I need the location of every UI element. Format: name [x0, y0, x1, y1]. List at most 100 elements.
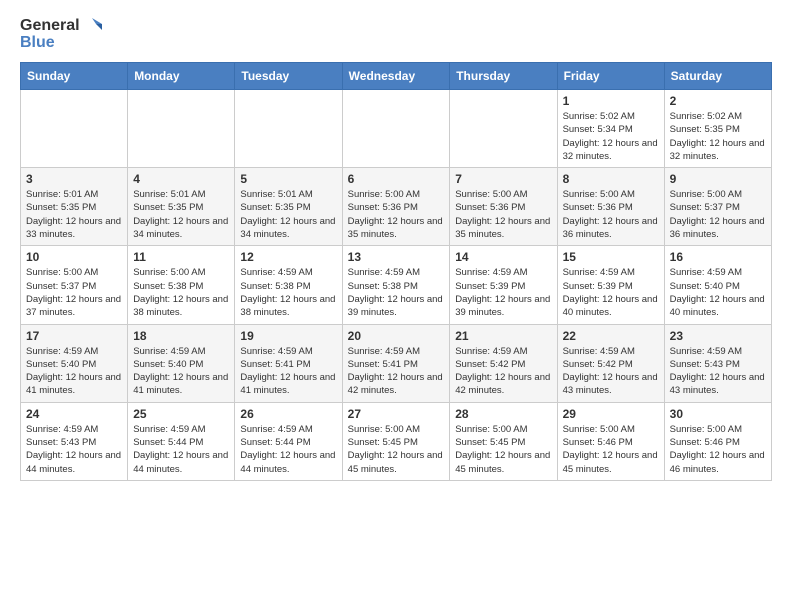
day-number: 25 [133, 407, 229, 421]
calendar-cell: 20 Sunrise: 4:59 AMSunset: 5:41 PMDayligh… [342, 324, 450, 402]
day-info: Sunrise: 4:59 AMSunset: 5:42 PMDaylight:… [455, 345, 551, 398]
day-number: 28 [455, 407, 551, 421]
calendar-cell: 6Sunrise: 5:00 AMSunset: 5:36 PMDaylight… [342, 168, 450, 246]
day-number: 29 [563, 407, 659, 421]
day-number: 12 [240, 250, 336, 264]
header: General Blue [20, 16, 772, 52]
calendar-cell: 8Sunrise: 5:00 AMSunset: 5:36 PMDaylight… [557, 168, 664, 246]
day-info: Sunrise: 5:02 AMSunset: 5:35 PMDaylight:… [670, 110, 766, 163]
day-number: 1 [563, 94, 659, 108]
calendar-cell: 27 Sunrise: 5:00 AMSunset: 5:45 PMDayligh… [342, 402, 450, 480]
calendar-cell: 15Sunrise: 4:59 AMSunset: 5:39 PMDayligh… [557, 246, 664, 324]
calendar-cell: 30 Sunrise: 5:00 AMSunset: 5:46 PMDayligh… [664, 402, 771, 480]
day-number: 14 [455, 250, 551, 264]
calendar-cell [21, 90, 128, 168]
col-header-friday: Friday [557, 63, 664, 90]
day-info: Sunrise: 5:00 AMSunset: 5:37 PMDaylight:… [670, 188, 766, 241]
col-header-saturday: Saturday [664, 63, 771, 90]
day-number: 10 [26, 250, 122, 264]
day-info: Sunrise: 5:01 AMSunset: 5:35 PMDaylight:… [240, 188, 336, 241]
col-header-monday: Monday [128, 63, 235, 90]
calendar-cell [128, 90, 235, 168]
calendar-cell [342, 90, 450, 168]
day-info: Sunrise: 5:01 AMSunset: 5:35 PMDaylight:… [133, 188, 229, 241]
col-header-sunday: Sunday [21, 63, 128, 90]
day-number: 11 [133, 250, 229, 264]
day-info: Sunrise: 5:00 AMSunset: 5:46 PMDaylight:… [670, 423, 766, 476]
day-info: Sunrise: 4:59 AMSunset: 5:43 PMDaylight:… [670, 345, 766, 398]
day-info: Sunrise: 5:00 AMSunset: 5:46 PMDaylight:… [563, 423, 659, 476]
calendar-week-row: 3 Sunrise: 5:01 AMSunset: 5:35 PMDaylight… [21, 168, 772, 246]
calendar-cell: 1 Sunrise: 5:02 AMSunset: 5:34 PMDaylight… [557, 90, 664, 168]
day-info: Sunrise: 4:59 AMSunset: 5:44 PMDaylight:… [240, 423, 336, 476]
day-info: Sunrise: 4:59 AMSunset: 5:39 PMDaylight:… [455, 266, 551, 319]
calendar-cell: 10 Sunrise: 5:00 AMSunset: 5:37 PMDayligh… [21, 246, 128, 324]
logo-general: General [20, 17, 80, 35]
day-number: 21 [455, 329, 551, 343]
calendar-cell: 17Sunrise: 4:59 AMSunset: 5:40 PMDayligh… [21, 324, 128, 402]
day-info: Sunrise: 4:59 AMSunset: 5:38 PMDaylight:… [348, 266, 445, 319]
calendar-cell [235, 90, 342, 168]
day-number: 24 [26, 407, 122, 421]
calendar-cell: 2Sunrise: 5:02 AMSunset: 5:35 PMDaylight… [664, 90, 771, 168]
day-number: 22 [563, 329, 659, 343]
day-info: Sunrise: 5:00 AMSunset: 5:36 PMDaylight:… [455, 188, 551, 241]
page: General Blue SundayMondayTuesdayWednesda… [0, 0, 792, 501]
col-header-thursday: Thursday [450, 63, 557, 90]
day-info: Sunrise: 4:59 AMSunset: 5:40 PMDaylight:… [133, 345, 229, 398]
day-info: Sunrise: 4:59 AMSunset: 5:40 PMDaylight:… [26, 345, 122, 398]
col-header-tuesday: Tuesday [235, 63, 342, 90]
calendar-week-row: 10 Sunrise: 5:00 AMSunset: 5:37 PMDayligh… [21, 246, 772, 324]
logo-blue: Blue [20, 34, 55, 52]
day-number: 3 [26, 172, 122, 186]
calendar-cell: 25 Sunrise: 4:59 AMSunset: 5:44 PMDayligh… [128, 402, 235, 480]
day-info: Sunrise: 5:00 AMSunset: 5:37 PMDaylight:… [26, 266, 122, 319]
day-number: 5 [240, 172, 336, 186]
calendar-cell: 13 Sunrise: 4:59 AMSunset: 5:38 PMDayligh… [342, 246, 450, 324]
day-info: Sunrise: 5:00 AMSunset: 5:45 PMDaylight:… [348, 423, 445, 476]
logo: General Blue [20, 16, 102, 52]
calendar-cell: 5 Sunrise: 5:01 AMSunset: 5:35 PMDaylight… [235, 168, 342, 246]
day-number: 20 [348, 329, 445, 343]
day-number: 7 [455, 172, 551, 186]
day-number: 16 [670, 250, 766, 264]
day-number: 30 [670, 407, 766, 421]
calendar-cell: 28 Sunrise: 5:00 AMSunset: 5:45 PMDayligh… [450, 402, 557, 480]
calendar-cell: 23 Sunrise: 4:59 AMSunset: 5:43 PMDayligh… [664, 324, 771, 402]
calendar-cell: 14 Sunrise: 4:59 AMSunset: 5:39 PMDayligh… [450, 246, 557, 324]
day-info: Sunrise: 5:01 AMSunset: 5:35 PMDaylight:… [26, 188, 122, 241]
day-info: Sunrise: 4:59 AMSunset: 5:41 PMDaylight:… [240, 345, 336, 398]
calendar-cell: 22Sunrise: 4:59 AMSunset: 5:42 PMDayligh… [557, 324, 664, 402]
day-number: 23 [670, 329, 766, 343]
day-number: 4 [133, 172, 229, 186]
calendar-week-row: 24 Sunrise: 4:59 AMSunset: 5:43 PMDayligh… [21, 402, 772, 480]
calendar-table: SundayMondayTuesdayWednesdayThursdayFrid… [20, 62, 772, 481]
day-number: 13 [348, 250, 445, 264]
calendar-cell: 4 Sunrise: 5:01 AMSunset: 5:35 PMDaylight… [128, 168, 235, 246]
calendar-cell: 18 Sunrise: 4:59 AMSunset: 5:40 PMDayligh… [128, 324, 235, 402]
calendar-cell: 12 Sunrise: 4:59 AMSunset: 5:38 PMDayligh… [235, 246, 342, 324]
calendar-week-row: 17Sunrise: 4:59 AMSunset: 5:40 PMDayligh… [21, 324, 772, 402]
calendar-cell: 29 Sunrise: 5:00 AMSunset: 5:46 PMDayligh… [557, 402, 664, 480]
day-info: Sunrise: 5:02 AMSunset: 5:34 PMDaylight:… [563, 110, 659, 163]
day-info: Sunrise: 4:59 AMSunset: 5:38 PMDaylight:… [240, 266, 336, 319]
day-info: Sunrise: 5:00 AMSunset: 5:36 PMDaylight:… [348, 188, 445, 241]
col-header-wednesday: Wednesday [342, 63, 450, 90]
calendar-cell: 3 Sunrise: 5:01 AMSunset: 5:35 PMDaylight… [21, 168, 128, 246]
day-info: Sunrise: 4:59 AMSunset: 5:40 PMDaylight:… [670, 266, 766, 319]
logo-bird-icon [82, 16, 102, 36]
calendar-cell: 24 Sunrise: 4:59 AMSunset: 5:43 PMDayligh… [21, 402, 128, 480]
day-number: 18 [133, 329, 229, 343]
day-info: Sunrise: 5:00 AMSunset: 5:38 PMDaylight:… [133, 266, 229, 319]
day-info: Sunrise: 5:00 AMSunset: 5:45 PMDaylight:… [455, 423, 551, 476]
day-info: Sunrise: 4:59 AMSunset: 5:39 PMDaylight:… [563, 266, 659, 319]
day-info: Sunrise: 4:59 AMSunset: 5:44 PMDaylight:… [133, 423, 229, 476]
calendar-cell: 9Sunrise: 5:00 AMSunset: 5:37 PMDaylight… [664, 168, 771, 246]
day-number: 27 [348, 407, 445, 421]
day-number: 19 [240, 329, 336, 343]
day-info: Sunrise: 4:59 AMSunset: 5:43 PMDaylight:… [26, 423, 122, 476]
calendar-cell: 19 Sunrise: 4:59 AMSunset: 5:41 PMDayligh… [235, 324, 342, 402]
calendar-cell [450, 90, 557, 168]
day-number: 8 [563, 172, 659, 186]
day-info: Sunrise: 4:59 AMSunset: 5:41 PMDaylight:… [348, 345, 445, 398]
